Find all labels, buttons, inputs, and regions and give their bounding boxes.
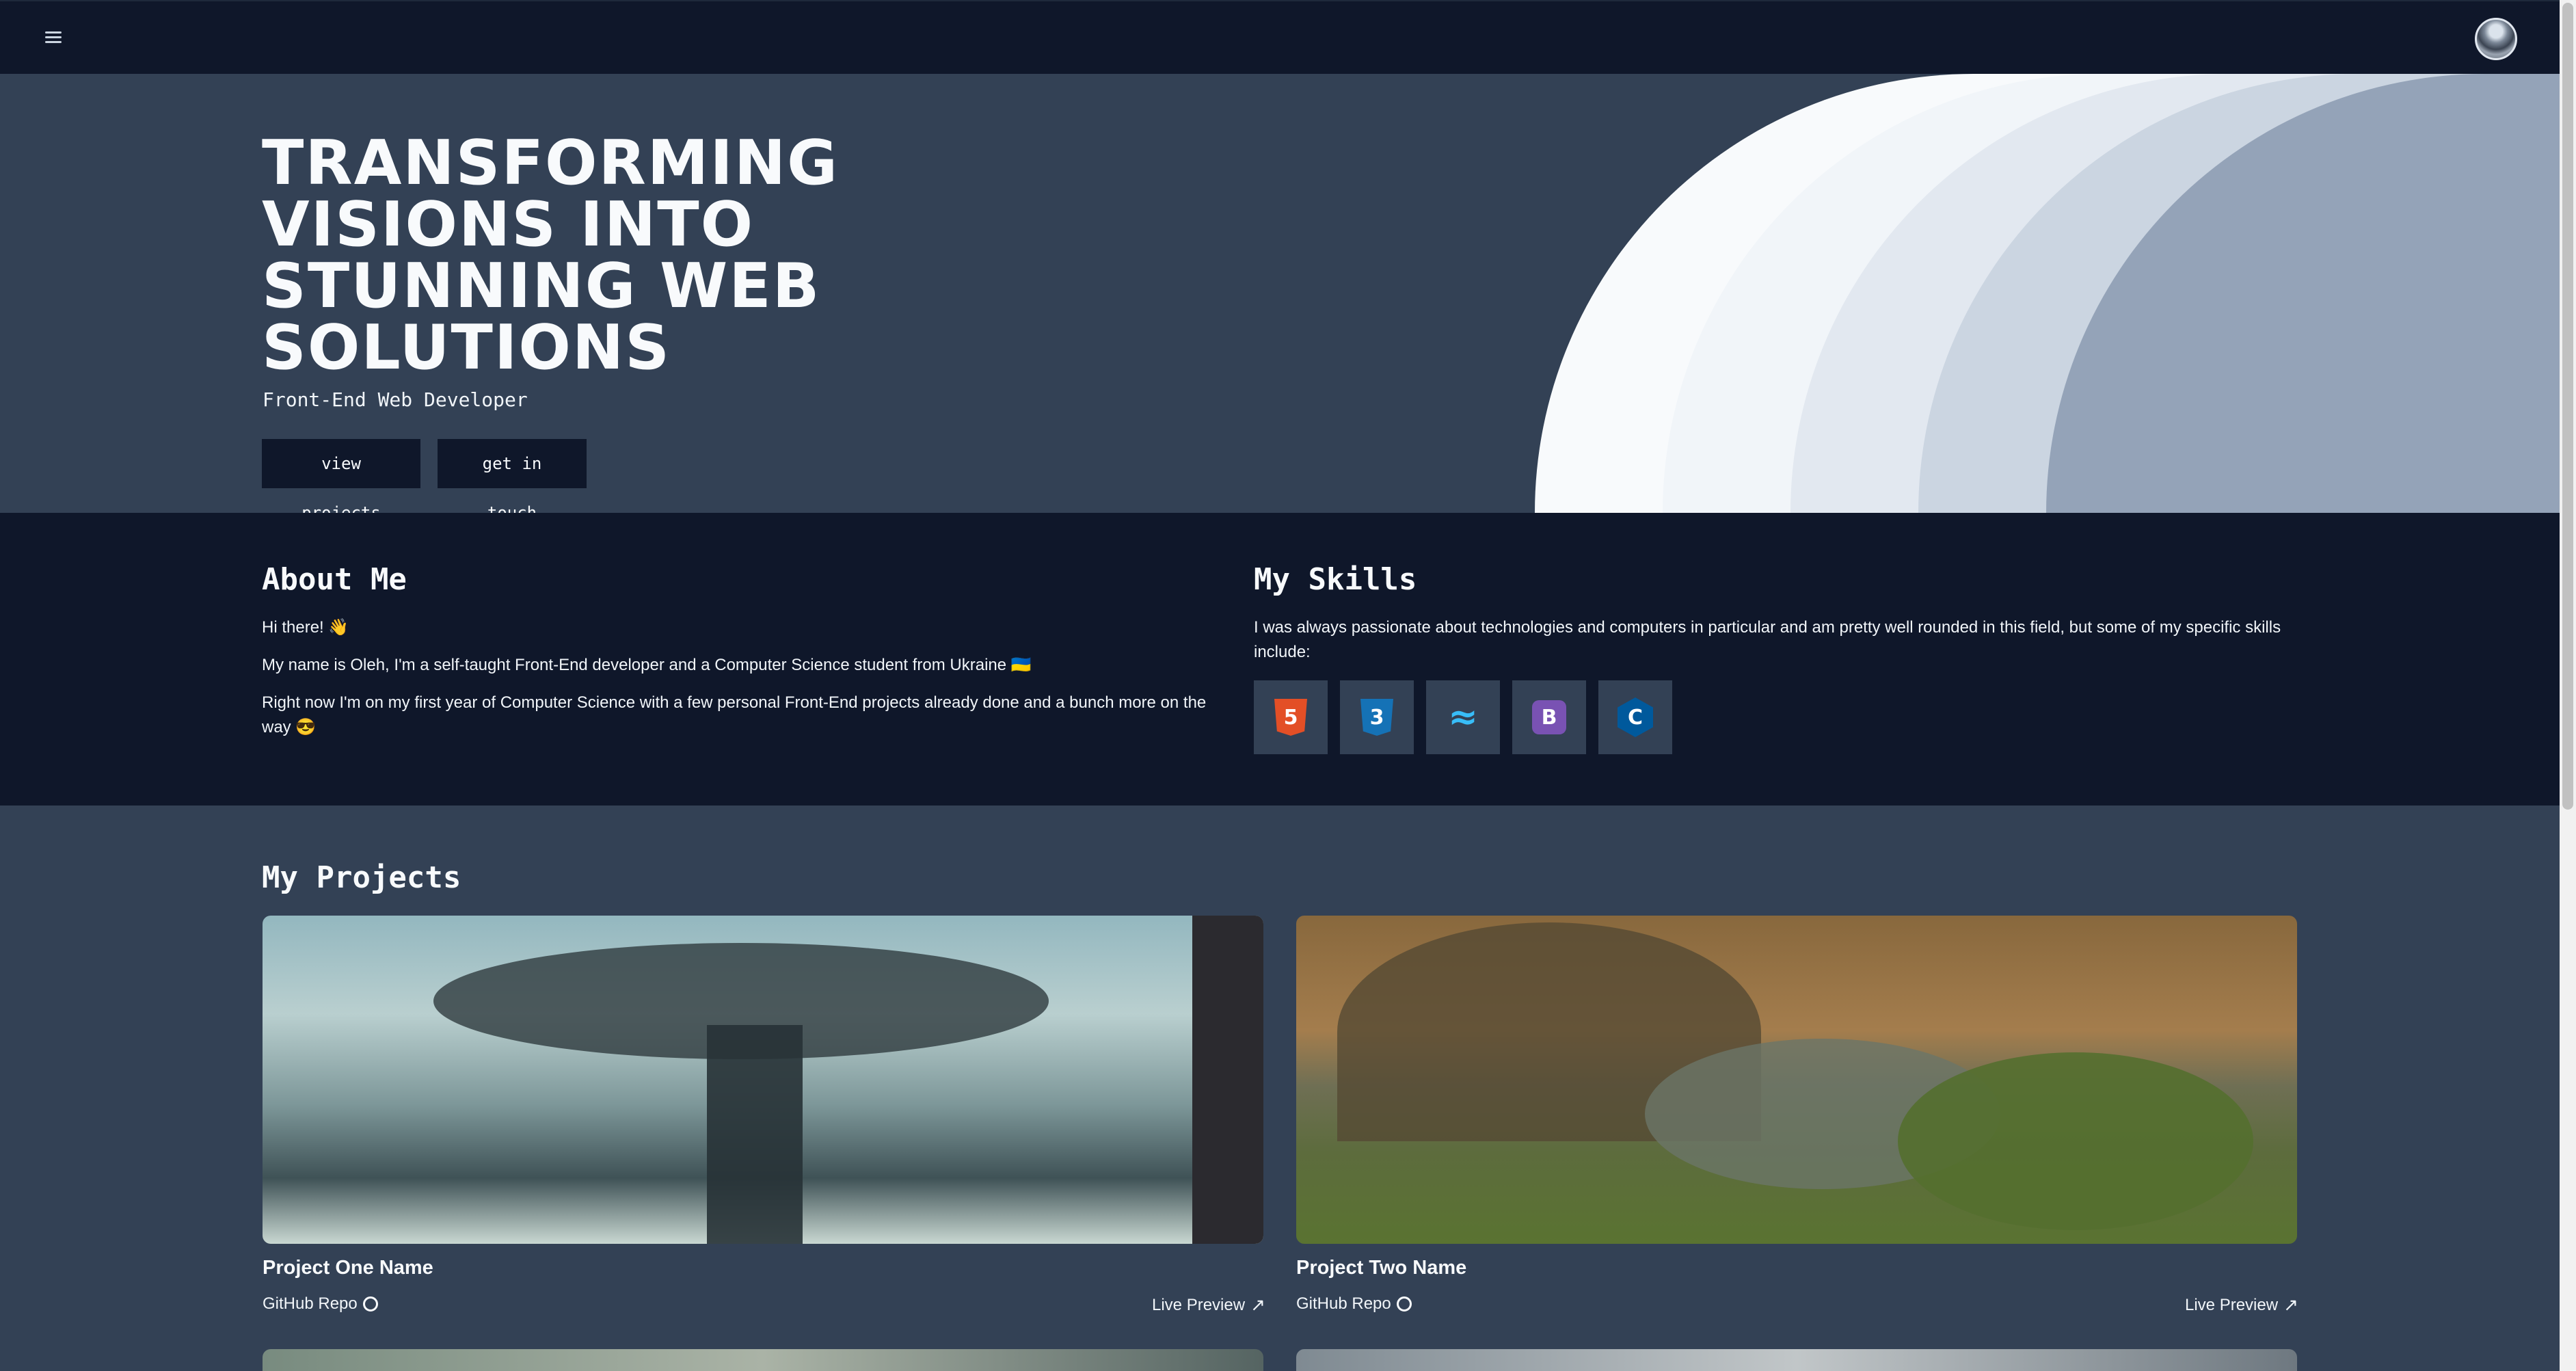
get-in-touch-button[interactable]: get in touch <box>438 439 587 513</box>
project-two-live-preview[interactable]: Live Preview ↗ <box>2185 1294 2298 1316</box>
skill-cplusplus: C <box>1598 680 1672 754</box>
project-one-tower <box>707 1025 803 1244</box>
project-one-name: Project One Name <box>263 1257 433 1279</box>
project-one-github-link[interactable]: GitHub Repo <box>263 1294 378 1314</box>
external-link-icon: ↗ <box>2283 1294 2298 1315</box>
view-projects-button[interactable]: view projects <box>262 439 420 513</box>
project-two-name: Project Two Name <box>1296 1257 1467 1279</box>
skill-tailwind: ≈ <box>1426 680 1500 754</box>
top-navigation-bar <box>0 0 2560 74</box>
bootstrap-icon: B <box>1532 700 1566 734</box>
about-greeting: Hi there! 👋 <box>262 618 349 637</box>
github-icon <box>1396 1296 1412 1312</box>
skill-css3: 3 <box>1340 680 1414 754</box>
about-skills-section: About Me Hi there! 👋 My name is Oleh, I'… <box>0 513 2560 806</box>
project-two-hill <box>1898 1052 2253 1230</box>
external-link-icon: ↗ <box>1250 1294 1265 1315</box>
project-two-repo-label: GitHub Repo <box>1296 1294 1391 1313</box>
css3-icon: 3 <box>1360 699 1393 736</box>
cplusplus-icon: C <box>1618 697 1653 737</box>
skill-bootstrap: B <box>1512 680 1586 754</box>
tailwind-icon: ≈ <box>1447 697 1479 738</box>
hero-subtitle: Front-End Web Developer <box>263 388 528 411</box>
project-one-repo-label: GitHub Repo <box>263 1294 358 1313</box>
css3-glyph: 3 <box>1369 705 1384 730</box>
skills-heading: My Skills <box>1254 562 1417 597</box>
projects-section: My Projects Project One Name GitHub Repo… <box>0 806 2560 1371</box>
project-two-preview-label: Live Preview <box>2185 1295 2279 1314</box>
hamburger-menu-icon[interactable] <box>44 27 64 48</box>
user-avatar[interactable] <box>2475 18 2517 60</box>
hero-title: TRANSFORMING VISIONS INTO STUNNING WEB S… <box>262 127 840 384</box>
about-heading: About Me <box>262 562 407 597</box>
project-one-image[interactable] <box>263 916 1263 1244</box>
tailwind-glyph: ≈ <box>1448 697 1478 738</box>
project-one-frame <box>1192 916 1263 1244</box>
project-four-image-preview[interactable] <box>1296 1349 2297 1371</box>
project-two-github-link[interactable]: GitHub Repo <box>1296 1294 1412 1314</box>
project-one-preview-label: Live Preview <box>1152 1295 1246 1314</box>
portfolio-page: TRANSFORMING VISIONS INTO STUNNING WEB S… <box>0 0 2576 1371</box>
project-three-image-preview[interactable] <box>263 1349 1263 1371</box>
page-scrollbar[interactable] <box>2560 0 2576 1371</box>
project-one-live-preview[interactable]: Live Preview ↗ <box>1152 1294 1265 1316</box>
skills-description: I was always passionate about technologi… <box>1254 618 2281 661</box>
project-two-image[interactable] <box>1296 916 2297 1244</box>
about-details: Right now I'm on my first year of Comput… <box>262 693 1207 736</box>
hero-section: TRANSFORMING VISIONS INTO STUNNING WEB S… <box>0 74 2560 513</box>
about-intro: My name is Oleh, I'm a self-taught Front… <box>262 656 1032 674</box>
html5-glyph: 5 <box>1283 705 1298 730</box>
bootstrap-glyph: B <box>1541 705 1557 730</box>
github-icon <box>362 1296 378 1312</box>
projects-heading: My Projects <box>262 860 461 895</box>
scrollbar-thumb[interactable] <box>2562 3 2573 810</box>
cplusplus-glyph: C <box>1627 705 1643 730</box>
skill-html5: 5 <box>1254 680 1328 754</box>
html5-icon: 5 <box>1274 699 1307 736</box>
